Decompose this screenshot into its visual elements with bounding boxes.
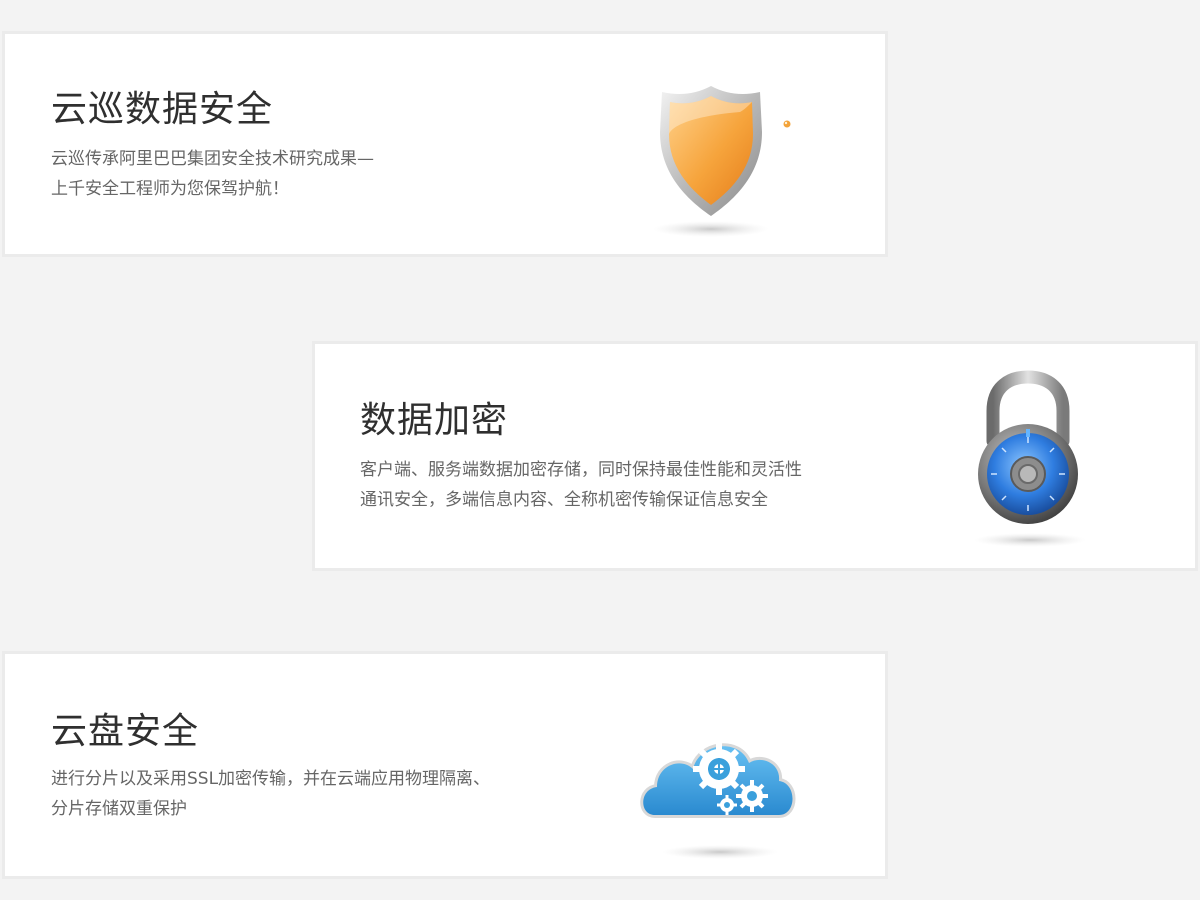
padlock-icon — [974, 370, 1086, 547]
feature-description-line: 分片存储双重保护 — [51, 799, 187, 819]
cloud-gears-icon — [640, 743, 796, 859]
feature-description: 客户端、服务端数据加密存储，同时保持最佳性能和灵活性 通讯安全，多端信息内容、全… — [360, 455, 802, 515]
feature-description-line: 客户端、服务端数据加密存储，同时保持最佳性能和灵活性 — [360, 460, 802, 480]
feature-card-data-encryption: 数据加密 客户端、服务端数据加密存储，同时保持最佳性能和灵活性 通讯安全，多端信… — [312, 341, 1198, 571]
feature-description: 进行分片以及采用SSL加密传输，并在云端应用物理隔离、 分片存储双重保护 — [51, 764, 490, 824]
feature-description-line: 通讯安全，多端信息内容、全称机密传输保证信息安全 — [360, 490, 768, 510]
feature-card-cloud-disk-security: 云盘安全 进行分片以及采用SSL加密传输，并在云端应用物理隔离、 分片存储双重保… — [2, 651, 888, 879]
feature-description: 云巡传承阿里巴巴集团安全技术研究成果— 上千安全工程师为您保驾护航！ — [51, 144, 374, 204]
feature-title: 云巡数据安全 — [51, 89, 274, 130]
feature-description-line: 进行分片以及采用SSL加密传输，并在云端应用物理隔离、 — [51, 769, 491, 789]
feature-title: 云盘安全 — [51, 711, 200, 752]
feature-description-line: 云巡传承阿里巴巴集团安全技术研究成果— — [51, 149, 374, 169]
feature-description-line: 上千安全工程师为您保驾护航！ — [51, 179, 289, 199]
feature-card-cloud-patrol: 云巡数据安全 云巡传承阿里巴巴集团安全技术研究成果— 上千安全工程师为您保驾护航… — [2, 31, 888, 257]
shield-icon — [653, 86, 791, 237]
feature-title: 数据加密 — [360, 400, 509, 441]
